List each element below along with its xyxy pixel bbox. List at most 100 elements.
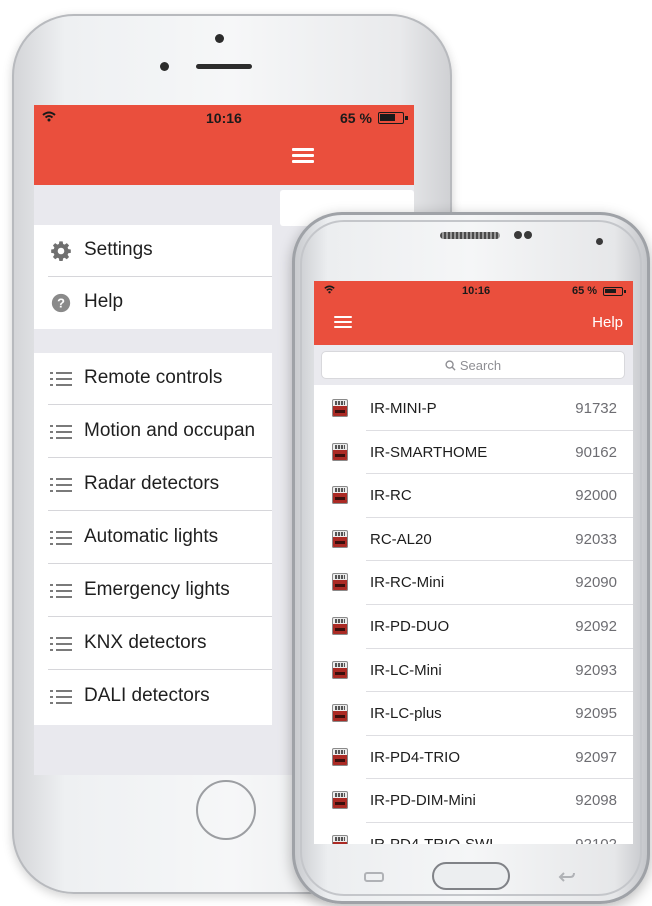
product-thumbnail-icon [332,399,348,417]
category-label: Emergency lights [84,579,230,600]
front-camera-dot [215,34,224,43]
category-item-radar[interactable]: Radar detectors [34,459,272,511]
divider [48,669,272,670]
category-label: Automatic lights [84,526,219,547]
nav-header [34,131,414,185]
front-sensor-dot [160,62,169,71]
hamburger-menu-icon[interactable] [334,316,352,329]
product-code: 92092 [575,618,617,635]
right-screen: 10:16 65 % Help Search IR-MINI-P 91732 I… [314,281,633,844]
product-name: IR-MINI-P [370,400,437,417]
product-thumbnail-icon [332,617,348,635]
divider [48,616,272,617]
category-item-emergency-lights[interactable]: Emergency lights [34,565,272,617]
product-thumbnail-icon [332,529,348,548]
product-thumbnail-icon [332,835,348,844]
product-code: 92095 [575,705,617,723]
product-row[interactable]: IR-RC 92000 [314,474,633,518]
search-placeholder-text: Search [459,358,502,373]
product-row[interactable]: IR-LC-plus 92095 [314,692,633,736]
status-bar: 10:16 65 % [314,281,633,301]
list-icon [50,686,72,708]
product-name: IR-PD4-TRIO-SWI [370,836,493,844]
menu-group-main: Settings ? Help [34,225,272,329]
search-placeholder: Search [322,358,624,373]
list-icon [50,633,72,655]
divider [48,563,272,564]
divider [48,457,272,458]
product-row[interactable]: RC-AL20 92033 [314,518,633,562]
product-name: RC-AL20 [370,530,432,548]
product-thumbnail-icon [332,747,348,766]
product-name: IR-RC-Mini [370,574,445,592]
product-name: IR-LC-plus [370,705,442,723]
product-thumbnail-icon [332,660,348,679]
product-code: 92000 [575,487,617,505]
category-label: Radar detectors [84,473,220,494]
category-item-knx[interactable]: KNX detectors [34,618,272,670]
home-button[interactable] [196,780,256,840]
list-icon [50,421,72,443]
category-label: DALI detectors [84,685,210,706]
svg-text:?: ? [57,296,65,311]
category-item-dali[interactable]: DALI detectors [34,671,272,723]
product-name: IR-RC [370,487,412,505]
category-list: Remote controls Motion and occupan Radar… [34,353,272,725]
category-label: Motion and occupan [84,420,256,441]
product-thumbnail-icon [332,573,348,592]
product-code: 90162 [575,443,617,461]
battery-icon [603,287,626,296]
menu-item-label: Settings [84,239,153,260]
product-code: 92033 [575,530,617,548]
product-name: IR-PD4-TRIO [370,748,460,766]
menu-item-settings[interactable]: Settings [34,225,272,277]
front-camera-dot [596,238,603,245]
category-label: Remote controls [84,367,223,388]
search-icon [445,360,456,371]
category-item-automatic-lights[interactable]: Automatic lights [34,512,272,564]
product-list: IR-MINI-P 91732 IR-SMARTHOME 90162 IR-RC… [314,387,633,844]
category-item-remote-controls[interactable]: Remote controls [34,353,272,405]
nav-header [314,301,633,345]
divider [48,404,272,405]
product-row[interactable]: IR-PD-DIM-Mini 92098 [314,779,633,823]
status-time: 10:16 [462,285,491,297]
product-code: 92097 [575,748,617,766]
product-thumbnail-icon [332,704,348,723]
search-input[interactable]: Search [321,351,625,379]
list-icon [50,368,72,390]
battery-percent: 65 % [340,110,372,126]
battery-icon [378,112,408,124]
hamburger-menu-icon[interactable] [292,148,314,164]
product-name: IR-LC-Mini [370,661,442,679]
product-thumbnail-icon [332,442,348,461]
product-row[interactable]: IR-RC-Mini 92090 [314,561,633,605]
home-button[interactable] [432,862,510,890]
front-sensor-dot [514,231,522,239]
list-icon [50,474,72,496]
product-row[interactable]: IR-PD-DUO 92092 [314,605,633,649]
product-row[interactable]: IR-PD4-TRIO 92097 [314,736,633,780]
earpiece-speaker [440,232,500,239]
divider [48,510,272,511]
menu-item-help[interactable]: ? Help [34,277,272,329]
status-time: 10:16 [206,110,242,126]
product-code: 92093 [575,661,617,679]
product-row[interactable]: IR-PD4-TRIO-SWI 92102 [314,823,633,844]
category-item-motion[interactable]: Motion and occupan [34,406,272,458]
help-button[interactable]: Help [592,314,623,331]
list-icon [50,527,72,549]
wifi-icon [324,285,335,294]
back-key-icon[interactable] [558,870,576,882]
recent-apps-key[interactable] [364,872,384,882]
earpiece-speaker [196,64,252,69]
product-row[interactable]: IR-SMARTHOME 90162 [314,431,633,475]
product-code: 92090 [575,574,617,592]
list-icon [50,580,72,602]
product-row[interactable]: IR-LC-Mini 92093 [314,649,633,693]
status-bar: 10:16 65 % [34,105,414,131]
wifi-icon [42,111,56,122]
front-sensor-dot [524,231,532,239]
battery-percent: 65 % [572,285,598,297]
product-row[interactable]: IR-MINI-P 91732 [314,387,633,431]
